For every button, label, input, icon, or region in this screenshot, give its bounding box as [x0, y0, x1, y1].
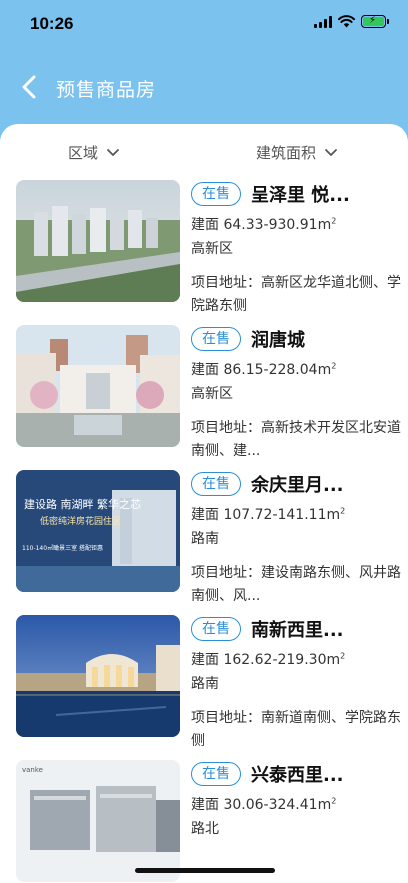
listing-address: 项目地址：高新区龙华道北侧、学院路东侧: [191, 275, 401, 314]
thumb-detail: 110-140㎡瞰景三室 搭配钜惠: [22, 544, 103, 552]
listing-area: 建面 64.33-930.91m2: [191, 216, 337, 233]
listing-area: 建面 162.62-219.30m2: [191, 651, 346, 668]
listing-item[interactable]: 在售 呈泽里 悦... 建面 64.33-930.91m2 高新区 项目地址：高…: [0, 180, 408, 325]
thumb-headline: 建设路 南湖畔 繁华之芯: [24, 497, 141, 511]
listing-name: 余庆里月...: [251, 475, 344, 496]
status-badge: 在售: [191, 182, 241, 206]
back-arrow-icon[interactable]: [18, 74, 42, 100]
listing-info: 在售 呈泽里 悦... 建面 64.33-930.91m2 高新区 项目地址：高…: [191, 180, 401, 318]
listing-thumbnail: [16, 180, 180, 302]
listing-address: 项目地址：南新道南侧、学院路东侧: [191, 710, 401, 749]
battery-icon: ⚡: [361, 15, 389, 28]
status-badge: 在售: [191, 617, 241, 641]
status-time: 10:26: [30, 14, 74, 33]
listing-area: 建面 86.15-228.04m2: [191, 361, 337, 378]
status-badge: 在售: [191, 472, 241, 496]
listing-info: 在售 余庆里月... 建面 107.72-141.11m2 路南 项目地址：建设…: [191, 470, 401, 608]
listing-thumbnail: [16, 325, 180, 447]
listing-district: 路南: [191, 531, 219, 547]
home-indicator[interactable]: [135, 868, 275, 873]
listing-name: 润唐城: [251, 330, 305, 351]
listing-district: 路北: [191, 821, 219, 837]
listing-item[interactable]: 在售 润唐城 建面 86.15-228.04m2 高新区 项目地址：高新技术开发…: [0, 325, 408, 470]
listing-thumbnail: vanke: [16, 760, 180, 882]
nav-header: 预售商品房: [0, 62, 408, 112]
area-filter-label: 建筑面积: [256, 144, 317, 162]
area-filter-dropdown[interactable]: 建筑面积: [256, 142, 338, 163]
chevron-down-icon: [325, 148, 337, 156]
listing-name: 兴泰西里...: [251, 765, 344, 786]
listing-info: 在售 兴泰西里... 建面 30.06-324.41m2 路北: [191, 760, 401, 838]
listing-info: 在售 润唐城 建面 86.15-228.04m2 高新区 项目地址：高新技术开发…: [191, 325, 401, 463]
listing-district: 高新区: [191, 386, 233, 402]
thumb-brand-logo: vanke: [22, 766, 43, 774]
listing-item[interactable]: vanke 在售 兴泰西里... 建面 30.06-324.41m2 路北: [0, 760, 408, 883]
status-bar: 10:26 ⚡: [0, 0, 408, 50]
filter-bar: 区域 建筑面积: [0, 124, 408, 180]
listing-thumbnail: [16, 615, 180, 737]
wifi-icon: [338, 15, 355, 28]
listing-thumbnail: 建设路 南湖畔 繁华之芯 低密纯洋房花园住区 110-140㎡瞰景三室 搭配钜惠: [16, 470, 180, 592]
listing-item[interactable]: 建设路 南湖畔 繁华之芯 低密纯洋房花园住区 110-140㎡瞰景三室 搭配钜惠…: [0, 470, 408, 615]
chevron-down-icon: [107, 148, 119, 156]
content-card: 区域 建筑面积 在售 呈泽里 悦... 建面 64.33-930.91m2 高新…: [0, 124, 408, 883]
page-title: 预售商品房: [56, 79, 157, 101]
listing-name: 呈泽里 悦...: [251, 185, 350, 206]
listing-item[interactable]: 在售 南新西里... 建面 162.62-219.30m2 路南 项目地址：南新…: [0, 615, 408, 760]
listing-area: 建面 107.72-141.11m2: [191, 506, 346, 523]
listing-area: 建面 30.06-324.41m2: [191, 796, 337, 813]
listing-address: 项目地址：高新技术开发区北安道南侧、建...: [191, 420, 401, 459]
listing-district: 高新区: [191, 241, 233, 257]
status-badge: 在售: [191, 327, 241, 351]
listing-district: 路南: [191, 676, 219, 692]
status-icons: ⚡: [314, 15, 389, 28]
listing-info: 在售 南新西里... 建面 162.62-219.30m2 路南 项目地址：南新…: [191, 615, 401, 753]
thumb-subline: 低密纯洋房花园住区: [40, 515, 121, 527]
region-filter-label: 区域: [68, 144, 99, 162]
listing-name: 南新西里...: [251, 620, 344, 641]
listing-address: 项目地址：建设南路东侧、风井路南侧、风...: [191, 565, 401, 604]
status-badge: 在售: [191, 762, 241, 786]
cellular-signal-icon: [314, 15, 332, 28]
region-filter-dropdown[interactable]: 区域: [68, 142, 120, 163]
listing-list: 在售 呈泽里 悦... 建面 64.33-930.91m2 高新区 项目地址：高…: [0, 180, 408, 883]
